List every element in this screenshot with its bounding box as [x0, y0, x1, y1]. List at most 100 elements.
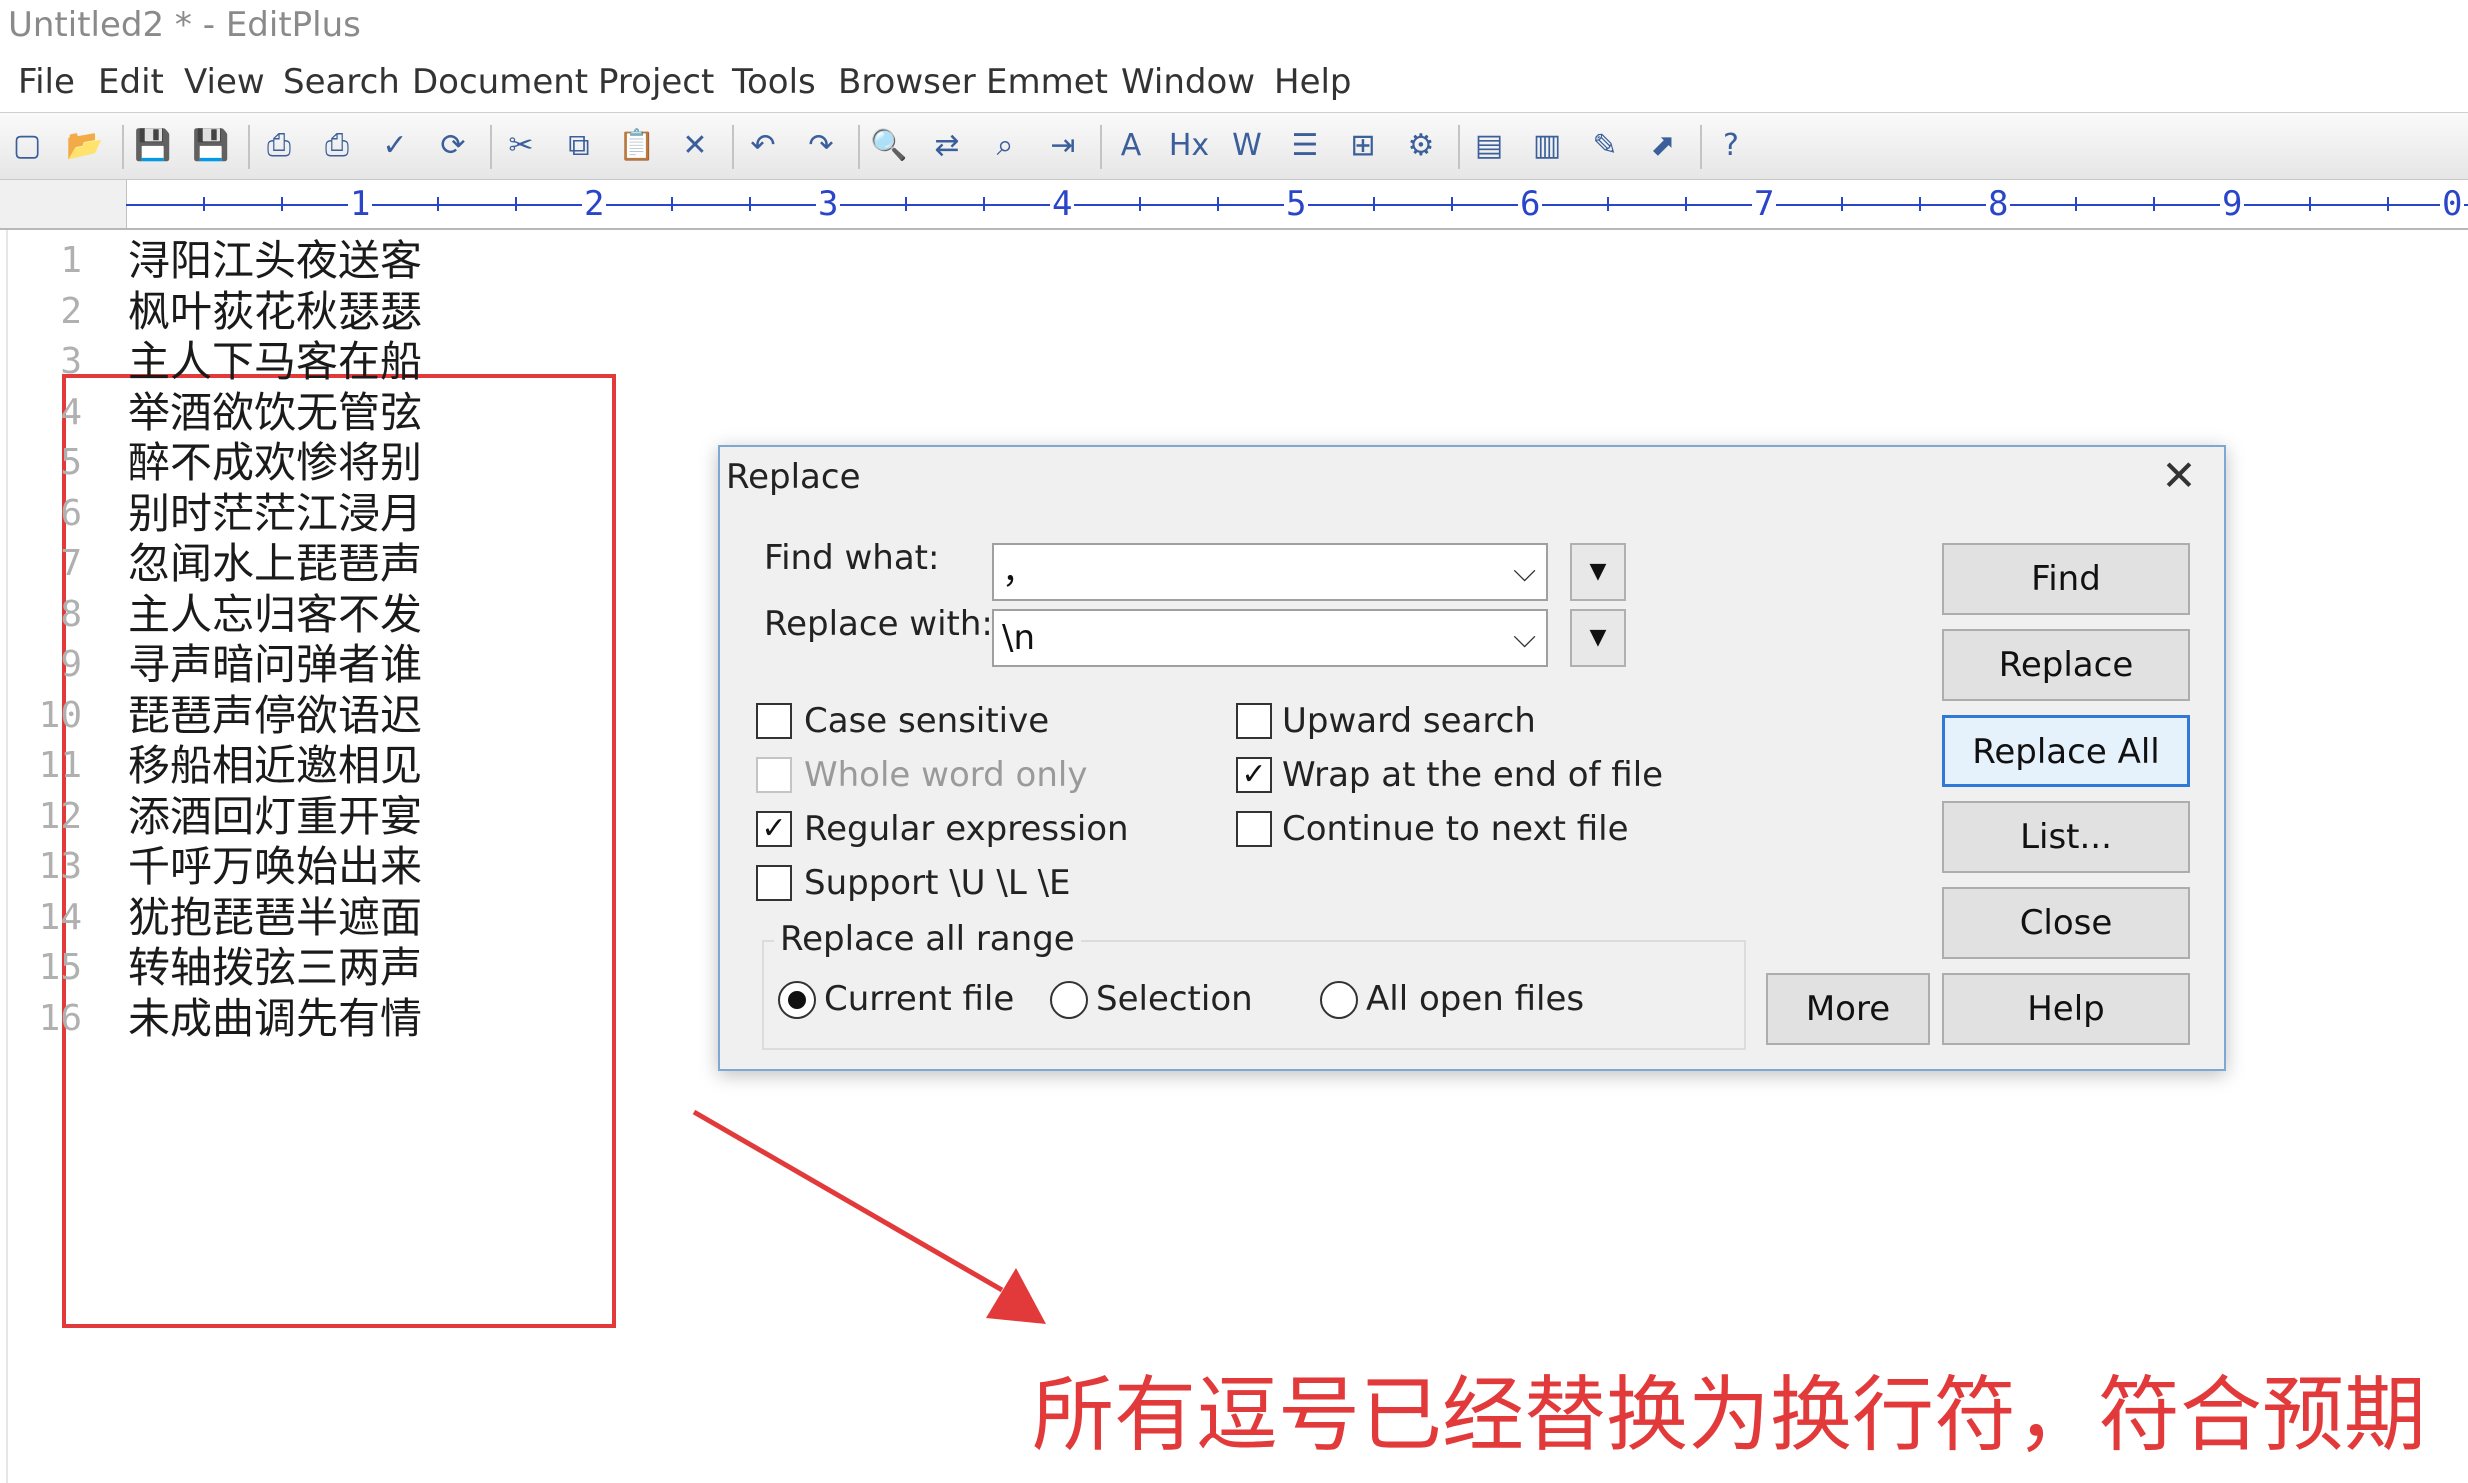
editor-line[interactable]: 忽闻水上琵琶声 [128, 539, 422, 589]
output-window-icon[interactable]: ⬈ [1640, 123, 1686, 169]
settings-icon[interactable]: ⚙ [1398, 123, 1444, 169]
replace-options-button[interactable]: ▼ [1570, 609, 1626, 667]
toolbar-separator [1700, 125, 1702, 169]
menu-project[interactable]: Project [598, 52, 714, 112]
replace-all-button[interactable]: Replace All [1942, 715, 2190, 787]
regex-checkbox[interactable]: ✓ [756, 811, 792, 847]
list-button[interactable]: List... [1942, 801, 2190, 873]
line-number: 14 [38, 896, 82, 938]
menu-document[interactable]: Document [412, 52, 588, 112]
browser-view-icon[interactable]: ▤ [1466, 123, 1512, 169]
ruler-number: 0 [2440, 184, 2465, 224]
menu-search[interactable]: Search [283, 52, 400, 112]
radio-all-open-files[interactable] [1320, 981, 1358, 1019]
menu-view[interactable]: View [184, 52, 265, 112]
find-button[interactable]: Find [1942, 543, 2190, 615]
delete-icon[interactable]: ✕ [672, 123, 718, 169]
close-button[interactable]: Close [1942, 887, 2190, 959]
editor-line[interactable]: 举酒欲饮无管弦 [128, 388, 422, 438]
font-icon[interactable]: A [1108, 123, 1154, 169]
editor-line[interactable]: 寻声暗问弹者谁 [128, 640, 422, 690]
editor-line[interactable]: 枫叶荻花秋瑟瑟 [128, 287, 422, 337]
menu-file[interactable]: File [18, 52, 75, 112]
continue-next-checkbox[interactable] [1236, 811, 1272, 847]
find-icon[interactable]: 🔍 [866, 123, 912, 169]
editor-line[interactable]: 犹抱琵琶半遮面 [128, 893, 422, 943]
editor-line[interactable]: 浔阳江头夜送客 [128, 236, 422, 286]
editor-line[interactable]: 醉不成欢惨将别 [128, 438, 422, 488]
cut-icon[interactable]: ✂ [498, 123, 544, 169]
close-icon[interactable]: ✕ [2154, 451, 2204, 501]
help-icon[interactable]: ? [1708, 123, 1754, 169]
editor-line[interactable]: 琵琶声停欲语迟 [128, 691, 422, 741]
case-sensitive-checkbox[interactable] [756, 703, 792, 739]
indent-icon[interactable]: ⇥ [1040, 123, 1086, 169]
column-select-icon[interactable]: ⊞ [1340, 123, 1386, 169]
editor-line[interactable]: 主人忘归客不发 [128, 590, 422, 640]
replace-button[interactable]: Replace [1942, 629, 2190, 701]
find-options-button[interactable]: ▼ [1570, 543, 1626, 601]
new-file-icon[interactable]: ▢ [4, 123, 50, 169]
all-open-files-label: All open files [1366, 979, 1585, 1019]
ruler-tick [437, 197, 439, 211]
chevron-down-icon[interactable]: ⌵ [1513, 611, 1536, 665]
gutter-divider [6, 230, 8, 1483]
radio-current-file[interactable] [778, 981, 816, 1019]
editor-line[interactable]: 添酒回灯重开宴 [128, 792, 422, 842]
wrap-checkbox[interactable]: ✓ [1236, 757, 1272, 793]
menu-emmet[interactable]: Emmet [986, 52, 1108, 112]
editor-line[interactable]: 别时茫茫江浸月 [128, 489, 422, 539]
menu-help[interactable]: Help [1274, 52, 1352, 112]
chevron-down-icon[interactable]: ⌵ [1513, 545, 1536, 599]
menu-browser[interactable]: Browser [838, 52, 976, 112]
toolbar-separator [732, 125, 734, 169]
find-what-value: ， [1002, 552, 1036, 592]
spell-check-icon[interactable]: ✓ [372, 123, 418, 169]
paste-icon[interactable]: 📋 [614, 123, 660, 169]
toolbar-separator [122, 125, 124, 169]
upward-search-checkbox[interactable] [1236, 703, 1272, 739]
line-numbers-icon[interactable]: ☰ [1282, 123, 1328, 169]
replace-with-value: \n [1002, 618, 1036, 658]
print-icon[interactable]: ⎙ [314, 123, 360, 169]
ruler-number: 1 [348, 184, 373, 224]
menu-edit[interactable]: Edit [98, 52, 164, 112]
editor-line[interactable]: 主人下马客在船 [128, 337, 422, 387]
refresh-icon[interactable]: ⟳ [430, 123, 476, 169]
undo-icon[interactable]: ↶ [740, 123, 786, 169]
ruler-tick [281, 197, 283, 211]
ruler-number: 7 [1752, 184, 1777, 224]
editor-line[interactable]: 千呼万唤始出来 [128, 842, 422, 892]
replace-icon[interactable]: ⇄ [924, 123, 970, 169]
menu-tools[interactable]: Tools [732, 52, 816, 112]
line-number: 7 [60, 543, 82, 584]
print-preview-icon[interactable]: ⎙ [256, 123, 302, 169]
ruler: 1 2 3 4 5 6 7 8 9 0 [0, 180, 2468, 230]
split-window-icon[interactable]: ▥ [1524, 123, 1570, 169]
find-in-files-icon[interactable]: ⌕ [982, 123, 1028, 169]
more-button[interactable]: More [1766, 973, 1930, 1045]
ruler-tick [1373, 197, 1375, 211]
directory-window-icon[interactable]: ✎ [1582, 123, 1628, 169]
replace-with-combo[interactable]: \n ⌵ [992, 609, 1548, 667]
help-button[interactable]: Help [1942, 973, 2190, 1045]
menu-bar: File Edit View Search Document Project T… [0, 52, 2468, 112]
find-what-combo[interactable]: ， ⌵ [992, 543, 1548, 601]
word-wrap-icon[interactable]: W [1224, 123, 1270, 169]
radio-selection[interactable] [1050, 981, 1088, 1019]
toolbar-separator [248, 125, 250, 169]
support-ule-checkbox[interactable] [756, 865, 792, 901]
save-icon[interactable]: 💾 [130, 123, 176, 169]
wrap-label: Wrap at the end of file [1282, 755, 1664, 795]
save-all-icon[interactable]: 💾 [188, 123, 234, 169]
editor-line[interactable]: 转轴拨弦三两声 [128, 943, 422, 993]
editor-line[interactable]: 未成曲调先有情 [128, 994, 422, 1044]
copy-icon[interactable]: ⧉ [556, 123, 602, 169]
whole-word-label: Whole word only [804, 755, 1088, 795]
replace-with-label: Replace with: [764, 604, 993, 644]
open-file-icon[interactable]: 📂 [62, 123, 108, 169]
hex-icon[interactable]: Hx [1166, 123, 1212, 169]
editor-line[interactable]: 移船相近邀相见 [128, 741, 422, 791]
menu-window[interactable]: Window [1121, 52, 1255, 112]
redo-icon[interactable]: ↷ [798, 123, 844, 169]
